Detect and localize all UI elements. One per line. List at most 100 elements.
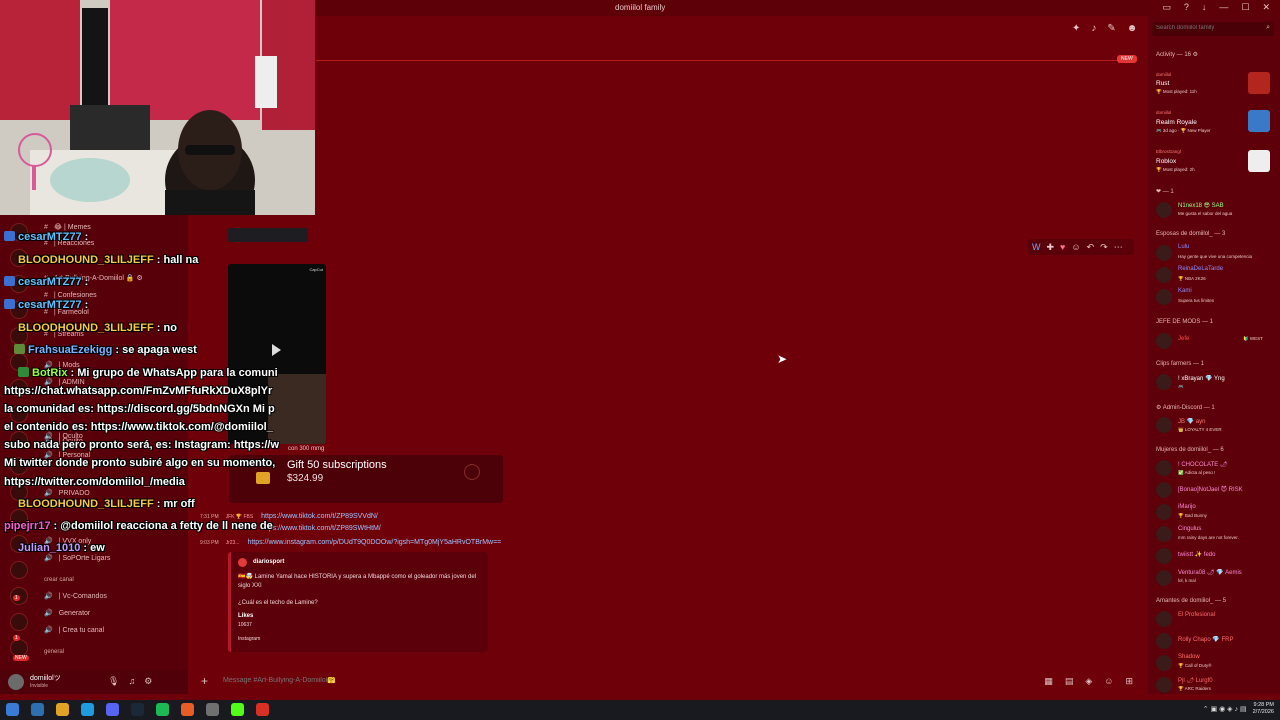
member-name[interactable]: Shadow <box>1178 654 1200 660</box>
bell-icon[interactable]: ♪ <box>1091 23 1096 34</box>
headphones-icon[interactable]: ♫ <box>128 676 135 687</box>
avatar[interactable] <box>1156 245 1172 261</box>
sticker-icon[interactable]: ◈ <box>1085 676 1092 687</box>
avatar[interactable] <box>1156 267 1172 283</box>
clock[interactable]: 9:28 PM 2/7/2026 <box>1253 702 1274 716</box>
heart-icon[interactable]: ♥ <box>1060 242 1065 252</box>
voice-channel-item[interactable]: 🔊 | Crea tu canal <box>44 626 104 634</box>
server-icon[interactable] <box>10 561 28 579</box>
member-name[interactable]: El Profesional <box>1178 612 1215 618</box>
member-name[interactable]: Ventura08 🌶 💎 Aemis <box>1178 569 1242 576</box>
members-icon[interactable]: ☻ <box>1127 23 1138 34</box>
member-name[interactable]: [Bonao]NotJael 😈 RISK <box>1178 486 1243 493</box>
message-input[interactable] <box>223 677 923 684</box>
video-attachment[interactable]: CapCut <box>228 264 326 444</box>
download-icon[interactable]: ↓ <box>1202 2 1207 13</box>
member-name[interactable]: Cingulus <box>1178 526 1201 532</box>
search-input[interactable] <box>1156 25 1256 31</box>
member-name[interactable]: twiistt ✨ fedo <box>1178 551 1215 558</box>
embed-author[interactable]: diariosport <box>253 559 284 565</box>
app-icon[interactable] <box>181 703 194 716</box>
spotify-icon[interactable] <box>156 703 169 716</box>
chrome-icon[interactable] <box>256 703 269 716</box>
link-url[interactable]: https://www.tiktok.com/t/ZP89SWtHtM/ <box>261 525 381 532</box>
category-general[interactable]: general <box>44 649 64 655</box>
member-name[interactable]: Kami <box>1178 288 1192 294</box>
more-icon[interactable]: ⋯ <box>1114 242 1123 253</box>
play-icon[interactable] <box>272 344 281 356</box>
category-create-channel[interactable]: crear canal <box>44 577 74 583</box>
close-icon[interactable]: ✕ <box>1262 2 1270 13</box>
file-explorer-icon[interactable] <box>56 703 69 716</box>
avatar[interactable] <box>1156 570 1172 586</box>
link-message[interactable]: https://www.tiktok.com/t/ZP89SWtHtM/ <box>261 525 381 532</box>
member-name[interactable]: Rolly Chapo 💎 FRP <box>1178 636 1234 643</box>
user-name[interactable]: domiilolツ <box>30 673 61 683</box>
avatar[interactable] <box>1156 333 1172 349</box>
avatar[interactable] <box>1156 202 1172 218</box>
voice-channel-item[interactable]: 🔊 | Vc-Comandos <box>44 592 107 600</box>
reaction-icon[interactable]: ✚ <box>1047 242 1055 253</box>
obs-icon[interactable] <box>206 703 219 716</box>
avatar[interactable] <box>1156 655 1172 671</box>
link-message[interactable]: 7:31 PM JFK 🏆 FBS https://www.tiktok.com… <box>200 513 378 520</box>
desktop-icon[interactable] <box>31 703 44 716</box>
member-name[interactable]: Jefe <box>1178 336 1189 342</box>
apps-icon[interactable]: ⊞ <box>1125 676 1133 687</box>
kick-icon[interactable] <box>231 703 244 716</box>
reply-icon[interactable]: ↶ <box>1087 242 1095 253</box>
steam-icon[interactable] <box>131 703 144 716</box>
maximize-icon[interactable]: ☐ <box>1241 2 1249 13</box>
channel-item[interactable]: # | Confesiones <box>44 292 97 299</box>
inbox-icon[interactable]: ▭ <box>1162 2 1171 13</box>
avatar[interactable] <box>8 674 24 690</box>
avatar[interactable] <box>1156 289 1172 305</box>
link-url[interactable]: https://www.instagram.com/p/DUdT9Q0DOOw/… <box>247 539 501 546</box>
member-name[interactable]: ReinaDeLaTarde <box>1178 266 1223 272</box>
microphone-icon[interactable]: 🎙 <box>108 676 119 687</box>
activity-game[interactable]: Rust <box>1156 80 1169 87</box>
voice-channel-item[interactable]: 🔊 PRIVADO <box>44 489 90 497</box>
member-name[interactable]: N1nex18 😎 SAB <box>1178 202 1224 209</box>
avatar[interactable] <box>1156 526 1172 542</box>
discord-icon[interactable] <box>106 703 119 716</box>
member-name[interactable]: Lulu <box>1178 244 1189 250</box>
emoji-icon[interactable]: ☺ <box>1071 242 1080 252</box>
link-url[interactable]: https://www.tiktok.com/t/ZP89SVVdN/ <box>261 513 378 520</box>
avatar[interactable] <box>1156 374 1172 390</box>
gift-select-icon[interactable] <box>464 464 480 480</box>
windows-start-icon[interactable] <box>6 703 19 716</box>
tray-icons[interactable]: ⌃ ▣ ◉ ◈ ♪ ▤ <box>1203 705 1247 713</box>
member-name[interactable]: JB 💎 ayn <box>1178 418 1205 425</box>
edge-icon[interactable] <box>81 703 94 716</box>
activity-game[interactable]: Realm Royale <box>1156 119 1197 126</box>
link-message[interactable]: 9:03 PM Jr23... https://www.instagram.co… <box>200 539 501 546</box>
forward-icon[interactable]: ↷ <box>1100 242 1108 253</box>
gif-icon[interactable]: ▤ <box>1065 676 1074 687</box>
avatar[interactable] <box>1156 504 1172 520</box>
avatar[interactable] <box>1156 611 1172 627</box>
member-name[interactable]: ! xBrayan 💎 Yng <box>1178 375 1225 382</box>
activity-game[interactable]: Roblox <box>1156 158 1176 165</box>
member-name[interactable]: iMarijo <box>1178 504 1196 510</box>
pin-icon[interactable]: ✎ <box>1107 23 1115 34</box>
search-icon[interactable]: ⌕ <box>1266 24 1270 32</box>
minimize-icon[interactable]: — <box>1219 2 1228 13</box>
member-name[interactable]: ! CHOCOLATE 🌶 <box>1178 461 1228 468</box>
voice-channel-item[interactable]: 🔊 Generator <box>44 609 90 617</box>
gift-icon[interactable]: ▦ <box>1044 676 1053 687</box>
avatar[interactable] <box>1156 460 1172 476</box>
channel-item[interactable]: # 😂 | Memes <box>44 223 91 231</box>
member-name[interactable]: Pjl 🌶 Lurgf0 <box>1178 677 1213 684</box>
voice-channel-item[interactable]: 🔊 | SoPOrte Ligars <box>44 554 110 562</box>
emoji-icon[interactable]: ☺ <box>1104 676 1113 687</box>
avatar[interactable] <box>1156 548 1172 564</box>
add-attachment-icon[interactable]: + <box>201 674 208 688</box>
avatar[interactable] <box>1156 677 1172 693</box>
w-icon[interactable]: W <box>1032 242 1041 252</box>
help-icon[interactable]: ? <box>1184 2 1189 13</box>
server-icon[interactable] <box>10 613 28 631</box>
activity-header[interactable]: Activity — 16 ⚙ <box>1156 51 1198 58</box>
avatar[interactable] <box>1156 417 1172 433</box>
gear-icon[interactable]: ⚙ <box>144 676 152 687</box>
